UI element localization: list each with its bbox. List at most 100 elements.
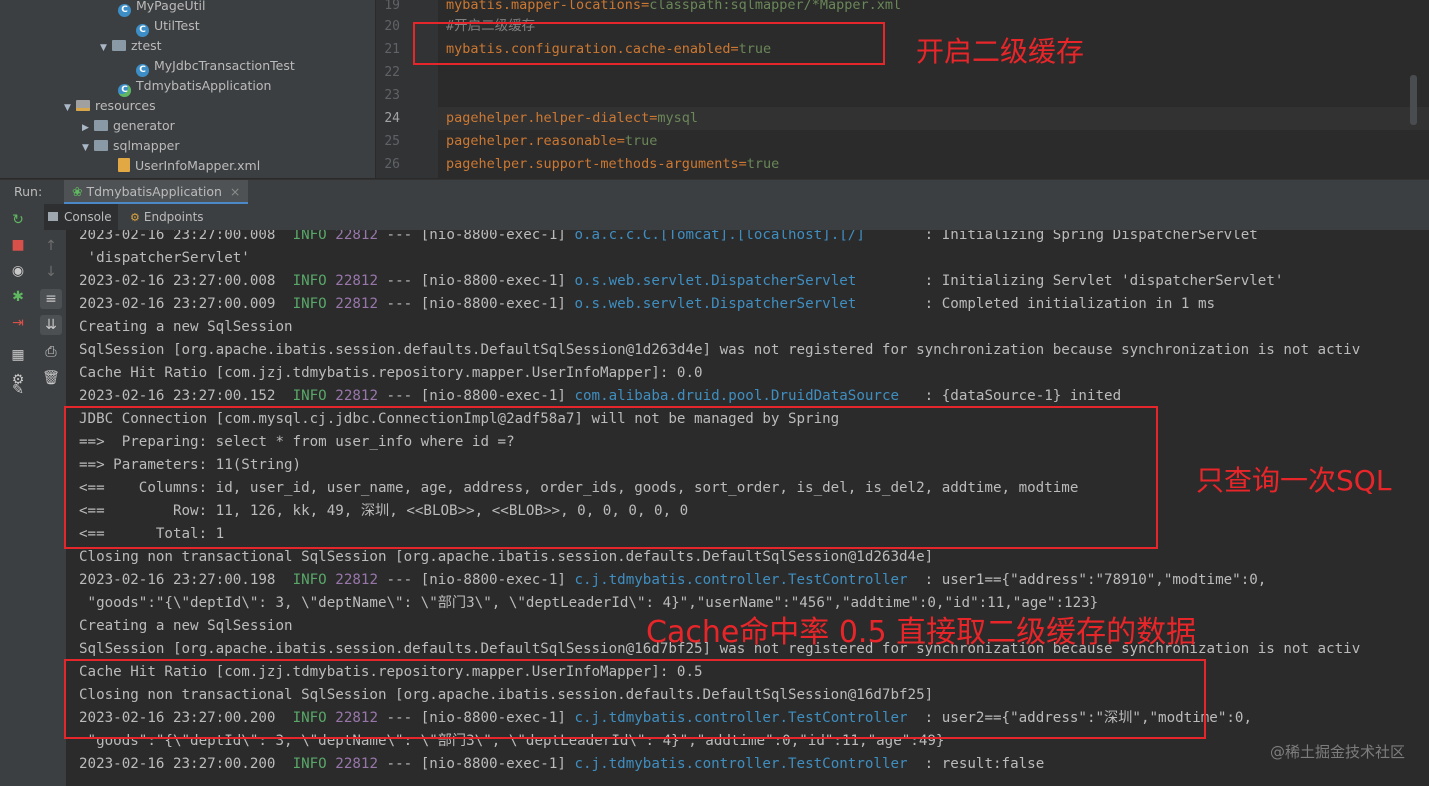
- line-number: 23: [384, 88, 400, 103]
- line-number: 20: [384, 19, 400, 34]
- arrow-up-icon[interactable]: ↑: [40, 236, 62, 256]
- log-thread: --- [nio-8800-exec-1]: [386, 756, 566, 772]
- log-ts: 2023-02-16 23:27:00.009: [79, 296, 276, 312]
- log-msg: : Completed initialization in 1 ms: [916, 296, 1216, 312]
- log-logger: o.s.web.servlet.DispatcherServlet: [574, 273, 917, 289]
- log-thread: --- [nio-8800-exec-1]: [386, 388, 566, 404]
- console-line: 2023-02-16 23:27:00.198 INFO 22812 --- […: [79, 569, 1266, 592]
- scroll-to-end-icon[interactable]: ⇊: [40, 315, 62, 335]
- log-level: INFO: [292, 756, 327, 772]
- console-line: 2023-02-16 23:27:00.009 INFO 22812 --- […: [79, 293, 1215, 316]
- log-logger: com.alibaba.druid.pool.DruidDataSource: [574, 388, 917, 404]
- tree-item[interactable]: ▼ resources: [64, 96, 156, 116]
- line-number: 24: [384, 111, 400, 126]
- run-tab[interactable]: ❀ TdmybatisApplication ×: [64, 180, 249, 204]
- console-line: Creating a new SqlSession: [79, 319, 293, 335]
- console-line: 2023-02-16 23:27:00.152 INFO 22812 --- […: [79, 385, 1121, 408]
- console-line: Creating a new SqlSession: [79, 618, 293, 634]
- log-msg: : Initializing Spring DispatcherServlet: [916, 230, 1258, 243]
- console-line: 'dispatcherServlet': [79, 250, 250, 266]
- camera-icon[interactable]: ◉: [7, 261, 29, 281]
- log-level: INFO: [292, 296, 327, 312]
- tab-console[interactable]: Console: [44, 204, 118, 230]
- arrow-down-icon[interactable]: ↓: [40, 262, 62, 282]
- chevron-right-icon[interactable]: ▶: [82, 118, 94, 138]
- line-number: 22: [384, 65, 400, 80]
- annotation-note: 开启二级缓存: [916, 35, 1085, 68]
- code-line: pagehelper.helper-dialect=mysql: [446, 110, 698, 126]
- trash-icon[interactable]: 🗑: [40, 368, 62, 388]
- log-msg: : user1=={"address":"78910","modtime":0,: [916, 572, 1267, 588]
- log-ts: 2023-02-16 23:27:00.200: [79, 756, 276, 772]
- log-msg: : result:false: [916, 756, 1045, 772]
- log-pid: 22812: [335, 230, 378, 243]
- line-number: 26: [384, 157, 400, 172]
- log-msg: : Initializing Servlet 'dispatcherServle…: [916, 273, 1284, 289]
- console-line: Cache Hit Ratio [com.jzj.tdmybatis.repos…: [79, 365, 703, 381]
- editor-scrollbar[interactable]: [1410, 75, 1417, 125]
- exit-icon[interactable]: ⇥: [7, 313, 29, 333]
- log-pid: 22812: [335, 756, 378, 772]
- project-tree: C MyPageUtil C UtilTest ▼ ztest C MyJdbcTran…: [0, 0, 375, 178]
- close-icon[interactable]: ×: [230, 184, 240, 199]
- chevron-down-icon[interactable]: ▼: [82, 138, 94, 158]
- log-pid: 22812: [335, 388, 378, 404]
- tab-endpoints[interactable]: ⚙ Endpoints: [126, 204, 210, 230]
- log-thread: --- [nio-8800-exec-1]: [386, 572, 566, 588]
- log-thread: --- [nio-8800-exec-1]: [386, 273, 566, 289]
- folder-icon: [94, 120, 108, 131]
- package-icon: [112, 40, 126, 51]
- print-icon[interactable]: ⎙: [40, 342, 62, 362]
- watermark: @稀土掘金技术社区: [1269, 743, 1405, 761]
- tree-item[interactable]: C MyPageUtil: [118, 0, 205, 17]
- tree-item[interactable]: ▼ sqlmapper: [82, 136, 179, 156]
- chevron-down-icon[interactable]: ▼: [100, 38, 112, 58]
- log-ts: 2023-02-16 23:27:00.008: [79, 273, 276, 289]
- annotation-box: [64, 659, 1206, 739]
- resources-folder-icon: [76, 100, 90, 111]
- console-line: 2023-02-16 23:27:00.008 INFO 22812 --- […: [79, 270, 1283, 293]
- log-ts: 2023-02-16 23:27:00.008: [79, 230, 276, 243]
- soft-wrap-icon[interactable]: ≡: [40, 289, 62, 309]
- spring-run-icon: ❀: [72, 184, 83, 199]
- log-thread: --- [nio-8800-exec-1]: [386, 296, 566, 312]
- annotation-box: [413, 22, 885, 65]
- chevron-down-icon[interactable]: ▼: [64, 98, 76, 118]
- console-line: SqlSession [org.apache.ibatis.session.de…: [79, 342, 1361, 358]
- tree-item[interactable]: C UtilTest: [136, 16, 200, 37]
- tree-item[interactable]: C TdmybatisApplication: [118, 76, 271, 97]
- code-line: pagehelper.support-methods-arguments=tru…: [446, 156, 780, 172]
- tree-item[interactable]: ▼ ztest: [100, 36, 162, 56]
- log-level: INFO: [292, 230, 327, 243]
- log-ts: 2023-02-16 23:27:00.198: [79, 572, 276, 588]
- log-pid: 22812: [335, 572, 378, 588]
- annotation-box: [64, 406, 1158, 549]
- run-tool-window-header: Run: ❀ TdmybatisApplication ×: [0, 179, 1429, 204]
- code-line: pagehelper.reasonable=true: [446, 133, 658, 149]
- console-toolbar: ↑ ↓ ≡ ⇊ ⎙ 🗑: [36, 230, 67, 786]
- log-logger: c.j.tdmybatis.controller.TestController: [574, 572, 917, 588]
- debug-icon[interactable]: ✱: [7, 287, 29, 307]
- tree-item[interactable]: UserInfoMapper.xml: [118, 156, 260, 176]
- log-logger: o.a.c.c.C.[Tomcat].[localhost].[/]: [574, 230, 917, 243]
- console-line: Closing non transactional SqlSession [or…: [79, 549, 934, 565]
- pin-icon[interactable]: ✎: [7, 380, 29, 400]
- class-icon: C: [118, 4, 131, 17]
- stop-icon[interactable]: ■: [7, 235, 29, 255]
- tree-item[interactable]: C MyJdbcTransactionTest: [136, 56, 295, 77]
- endpoints-icon: ⚙: [130, 211, 140, 224]
- log-pid: 22812: [335, 296, 378, 312]
- log-logger: c.j.tdmybatis.controller.TestController: [574, 756, 917, 772]
- line-number: 25: [384, 134, 400, 149]
- run-label: Run:: [14, 184, 43, 199]
- tree-item[interactable]: ▶ generator: [82, 116, 175, 136]
- rerun-icon[interactable]: ↻: [7, 210, 29, 230]
- log-thread: --- [nio-8800-exec-1]: [386, 230, 566, 243]
- console-line: 2023-02-16 23:27:00.200 INFO 22812 --- […: [79, 753, 1044, 776]
- layout-icon[interactable]: ▦: [7, 345, 29, 365]
- log-pid: 22812: [335, 273, 378, 289]
- annotation-note: Cache命中率 0.5 直接取二级缓存的数据: [646, 615, 1197, 650]
- annotation-note: 只查询一次SQL: [1196, 464, 1392, 497]
- console-line: 2023-02-16 23:27:00.008 INFO 22812 --- […: [79, 230, 1258, 247]
- log-level: INFO: [292, 388, 327, 404]
